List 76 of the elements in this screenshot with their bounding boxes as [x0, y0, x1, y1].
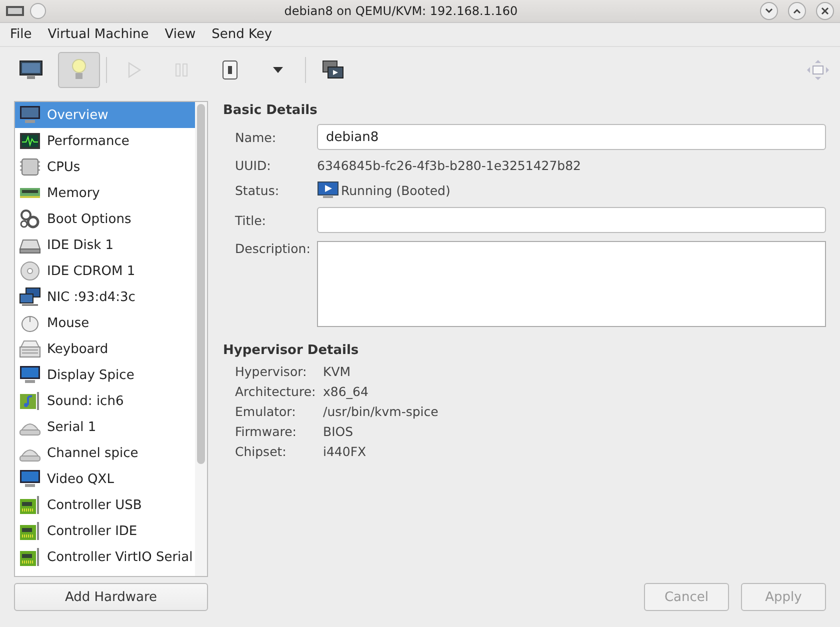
chevron-down-icon	[764, 6, 774, 16]
hardware-item[interactable]: Channel spice	[15, 440, 195, 466]
light-bulb-icon	[71, 58, 87, 82]
name-field[interactable]: debian8	[317, 124, 826, 150]
hardware-item[interactable]: Mouse	[15, 310, 195, 336]
hardware-item[interactable]: Controller IDE	[15, 518, 195, 544]
screens-icon	[322, 60, 344, 80]
minimize-button[interactable]	[760, 2, 778, 20]
menu-item[interactable]: View	[156, 27, 204, 42]
controller-icon	[19, 521, 41, 541]
field-label: Firmware:	[235, 424, 298, 439]
field-label: Name:	[235, 130, 278, 144]
pause-icon	[174, 62, 190, 78]
chevron-up-icon	[792, 6, 802, 16]
cdrom-icon	[19, 261, 41, 281]
field-label: Hypervisor:	[235, 364, 308, 379]
hardware-item[interactable]: Controller USB	[15, 492, 195, 518]
field-value: i440FX	[323, 444, 368, 459]
keyboard-icon	[19, 339, 41, 359]
app-icon	[6, 5, 24, 17]
hardware-item[interactable]: Controller VirtIO Serial	[15, 544, 195, 570]
menu-item[interactable]: Send Key	[204, 27, 280, 42]
description-field[interactable]	[317, 241, 826, 327]
title-field[interactable]	[317, 207, 826, 233]
hardware-item[interactable]: Serial 1	[15, 414, 195, 440]
controller-icon	[19, 547, 41, 567]
hardware-item[interactable]: NIC :93:d4:3c	[15, 284, 195, 310]
field-value: KVM	[323, 364, 352, 379]
menu-circle-button[interactable]	[30, 3, 46, 19]
chip-icon	[19, 157, 41, 177]
hardware-item[interactable]: Video QXL	[15, 466, 195, 492]
caret-icon	[272, 66, 284, 74]
menu-item[interactable]: Virtual Machine	[40, 27, 157, 42]
chart-icon	[19, 131, 41, 151]
nic-icon	[19, 287, 41, 307]
field-label: UUID:	[235, 158, 272, 173]
hardware-item[interactable]: Sound: ich6	[15, 388, 195, 414]
close-button[interactable]	[816, 2, 834, 20]
hardware-item[interactable]: Memory	[15, 180, 195, 206]
power-switch-icon	[222, 60, 238, 80]
close-icon	[820, 6, 830, 16]
monitor-icon	[19, 105, 41, 125]
details-button[interactable]	[58, 52, 100, 88]
monitor-icon	[19, 60, 43, 80]
window-title: debian8 on QEMU/KVM: 192.168.1.160	[283, 4, 519, 18]
hardware-item[interactable]: CPUs	[15, 154, 195, 180]
field-label: Title:	[235, 212, 267, 228]
hardware-item[interactable]: Display Spice	[15, 362, 195, 388]
section-heading: Hypervisor Details	[223, 343, 360, 358]
field-value: BIOS	[323, 424, 354, 439]
maximize-button[interactable]	[788, 2, 806, 20]
hardware-item[interactable]: Keyboard	[15, 336, 195, 362]
hardware-item[interactable]: IDE Disk 1	[15, 232, 195, 258]
play-icon	[126, 61, 142, 79]
scrollbar-thumb[interactable]	[197, 104, 205, 464]
hardware-item[interactable]: Performance	[15, 128, 195, 154]
display-icon	[19, 469, 41, 489]
field-label: Architecture:	[235, 384, 317, 399]
add-hardware-button[interactable]: Add Hardware	[14, 583, 208, 611]
field-label: Emulator:	[235, 404, 297, 419]
section-heading: Basic Details	[223, 103, 318, 118]
controller-icon	[19, 495, 41, 515]
hardware-item[interactable]: Boot Options	[15, 206, 195, 232]
field-label: Description:	[235, 241, 312, 256]
sound-icon	[19, 391, 41, 411]
field-value: x86_64	[323, 384, 370, 399]
running-icon	[317, 181, 339, 199]
resize-icon[interactable]	[806, 58, 830, 82]
field-label: Chipset:	[235, 444, 288, 459]
display-icon	[19, 365, 41, 385]
menu-item[interactable]: File	[2, 27, 40, 42]
uuid-value: 6346845b-fc26-4f3b-b280-1e3251427b82	[317, 158, 582, 173]
status-value: Running (Booted)	[341, 182, 450, 198]
hardware-item[interactable]: IDE CDROM 1	[15, 258, 195, 284]
field-value: /usr/bin/kvm-spice	[323, 404, 440, 419]
field-label: Status:	[235, 182, 280, 198]
